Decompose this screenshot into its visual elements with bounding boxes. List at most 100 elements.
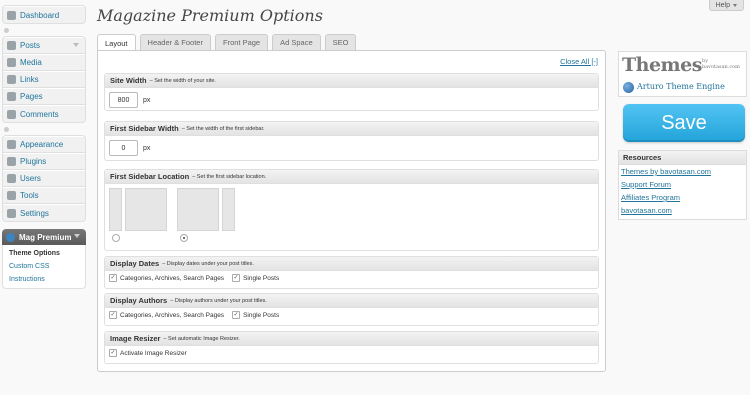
checkmark-icon[interactable]: ✓ bbox=[232, 311, 241, 319]
menu-item-media[interactable]: Media bbox=[3, 54, 85, 71]
resource-link-affiliates[interactable]: Affiliates Program bbox=[619, 191, 746, 204]
menu-item-appearance[interactable]: Appearance bbox=[3, 136, 85, 153]
checkbox-label: Single Posts bbox=[243, 311, 280, 319]
box-header[interactable]: First Sidebar Width – Set the width of t… bbox=[105, 122, 598, 136]
comment-icon bbox=[7, 109, 16, 119]
checkmark-icon[interactable]: ✓ bbox=[109, 349, 117, 357]
checkmark-icon[interactable]: ✓ bbox=[109, 311, 117, 319]
menu-label: Appearance bbox=[20, 140, 64, 149]
logo-site: bavotasan.com bbox=[702, 64, 740, 70]
close-all-link[interactable]: Close All [-] bbox=[560, 57, 598, 66]
tools-icon bbox=[7, 191, 16, 200]
help-label: Help bbox=[715, 1, 730, 9]
menu-item-plugins[interactable]: Plugins bbox=[3, 153, 85, 170]
menu-separator bbox=[2, 123, 86, 135]
box-header[interactable]: Display Dates – Display dates under your… bbox=[105, 257, 598, 271]
box-header[interactable]: Site Width – Set the width of your site. bbox=[105, 74, 598, 88]
first-sidebar-width-box: First Sidebar Width – Set the width of t… bbox=[104, 121, 599, 161]
save-button[interactable]: Save bbox=[623, 104, 745, 142]
logo-engine-name: Arturo Theme Engine bbox=[637, 82, 725, 91]
unit-label: px bbox=[143, 144, 151, 152]
menu-item-dashboard[interactable]: Dashboard bbox=[3, 6, 85, 23]
menu-label: Users bbox=[20, 174, 41, 183]
first-sidebar-location-box: First Sidebar Location – Set the first s… bbox=[104, 169, 599, 251]
menu-item-comments[interactable]: Comments bbox=[3, 105, 85, 122]
box-description: – Set the first sidebar location. bbox=[192, 173, 267, 180]
resource-link-support[interactable]: Support Forum bbox=[619, 178, 746, 191]
sidebar-block bbox=[109, 188, 122, 231]
separator-dot-icon bbox=[4, 126, 9, 132]
page-icon bbox=[7, 92, 16, 101]
pin-icon bbox=[7, 41, 16, 50]
menu-label: Tools bbox=[20, 191, 39, 200]
box-header[interactable]: Image Resizer – Set automatic Image Resi… bbox=[105, 332, 598, 346]
menu-group-admin: Appearance Plugins Users Tools Settings bbox=[2, 135, 86, 222]
site-width-box: Site Width – Set the width of your site.… bbox=[104, 73, 599, 111]
menu-item-posts[interactable]: Posts bbox=[3, 37, 85, 54]
menu-item-users[interactable]: Users bbox=[3, 170, 85, 187]
menu-item-settings[interactable]: Settings bbox=[3, 204, 85, 221]
checkmark-icon[interactable]: ✓ bbox=[232, 274, 241, 282]
media-icon bbox=[7, 58, 16, 67]
globe-icon bbox=[6, 232, 15, 242]
tab-header-footer[interactable]: Header & Footer bbox=[139, 34, 211, 50]
box-title: Image Resizer bbox=[110, 334, 161, 343]
menu-label: Settings bbox=[20, 208, 49, 218]
users-icon bbox=[7, 174, 16, 183]
menu-item-tools[interactable]: Tools bbox=[3, 187, 85, 204]
layout-left-sidebar-preview[interactable] bbox=[109, 188, 167, 231]
tab-layout[interactable]: Layout bbox=[97, 34, 136, 51]
tab-seo[interactable]: SEO bbox=[324, 34, 357, 50]
box-header[interactable]: Display Authors – Display authors under … bbox=[105, 294, 598, 308]
box-title: Display Authors bbox=[110, 296, 168, 305]
box-description: – Set the width of the first sidebar. bbox=[181, 125, 265, 132]
first-sidebar-width-input[interactable]: 0 bbox=[109, 140, 138, 156]
menu-item-pages[interactable]: Pages bbox=[3, 88, 85, 105]
image-resizer-checkbox[interactable]: ✓ Activate Image Resizer bbox=[109, 349, 187, 357]
menu-label: Posts bbox=[20, 41, 41, 50]
menu-label: Dashboard bbox=[20, 10, 60, 20]
menu-group-content: Posts Media Links Pages Comments bbox=[2, 36, 86, 123]
sidebar-block bbox=[222, 188, 235, 231]
options-tabs: Layout Header & Footer Front Page Ad Spa… bbox=[97, 34, 357, 51]
chevron-down-icon[interactable] bbox=[74, 234, 80, 238]
submenu-item-custom-css[interactable]: Custom CSS bbox=[3, 260, 85, 273]
box-title: First Sidebar Location bbox=[110, 172, 190, 181]
site-width-input[interactable]: 800 bbox=[109, 92, 138, 108]
chevron-down-icon bbox=[733, 3, 737, 7]
mag-premium-submenu: Theme Options Custom CSS Instructions bbox=[2, 245, 86, 289]
dates-archives-checkbox[interactable]: ✓ Categories, Archives, Search Pages bbox=[109, 274, 224, 282]
submenu-item-theme-options[interactable]: Theme Options bbox=[3, 247, 85, 260]
checkbox-label: Categories, Archives, Search Pages bbox=[120, 274, 225, 282]
authors-single-checkbox[interactable]: ✓ Single Posts bbox=[232, 311, 279, 319]
unit-label: px bbox=[143, 96, 151, 104]
box-description: – Set the width of your site. bbox=[149, 77, 216, 84]
tab-front-page[interactable]: Front Page bbox=[214, 34, 269, 50]
box-title: Display Dates bbox=[110, 259, 160, 268]
help-button[interactable]: Help bbox=[708, 0, 744, 11]
resources-title: Resources bbox=[619, 151, 746, 165]
menu-item-links[interactable]: Links bbox=[3, 71, 85, 88]
dates-single-checkbox[interactable]: ✓ Single Posts bbox=[232, 274, 279, 282]
layout-right-sidebar-preview[interactable] bbox=[177, 188, 235, 231]
menu-item-mag-premium[interactable]: Mag Premium bbox=[2, 229, 86, 245]
sidebar-left-radio[interactable] bbox=[112, 234, 120, 242]
sidebar-right-radio[interactable] bbox=[180, 234, 188, 242]
box-header[interactable]: First Sidebar Location – Set the first s… bbox=[105, 170, 598, 184]
logo-byline: by bavotasan.com bbox=[702, 58, 740, 70]
plugin-icon bbox=[7, 157, 16, 166]
theme-engine-logo: Themes by bavotasan.com Arturo Theme Engi… bbox=[618, 51, 747, 97]
authors-archives-checkbox[interactable]: ✓ Categories, Archives, Search Pages bbox=[109, 311, 224, 319]
resource-link-themes[interactable]: Themes by bavotasan.com bbox=[619, 165, 746, 178]
chevron-down-icon[interactable] bbox=[73, 43, 79, 47]
resource-link-site[interactable]: bavotasan.com bbox=[619, 204, 746, 217]
tab-ad-space[interactable]: Ad Space bbox=[272, 34, 321, 50]
menu-label: Mag Premium bbox=[19, 232, 72, 242]
logo-wordmark: Themes bbox=[622, 54, 702, 76]
checkmark-icon[interactable]: ✓ bbox=[109, 274, 117, 282]
page-title: Magazine Premium Options bbox=[97, 6, 323, 25]
submenu-item-instructions[interactable]: Instructions bbox=[3, 273, 85, 286]
dashboard-icon bbox=[7, 10, 16, 20]
appearance-icon bbox=[7, 140, 16, 149]
display-authors-box: Display Authors – Display authors under … bbox=[104, 293, 599, 326]
